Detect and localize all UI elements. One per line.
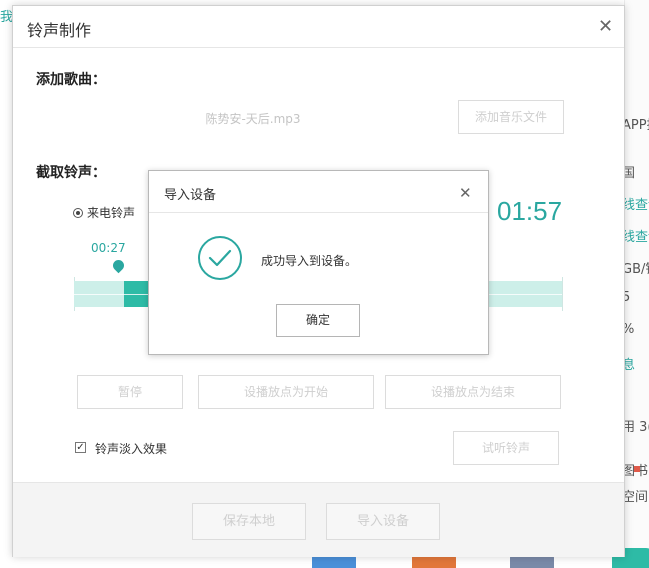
modal-close-icon[interactable]: ✕: [459, 184, 472, 202]
fade-in-label: 铃声淡入效果: [95, 442, 168, 456]
background-panel-item: 线查询: [622, 230, 649, 245]
playhead-marker-icon[interactable]: [110, 257, 127, 274]
dialog-header: 铃声制作 ✕: [13, 6, 624, 48]
preview-ringtone-button[interactable]: 试听铃声: [453, 431, 559, 465]
background-panel-item: 国: [622, 166, 636, 181]
set-end-button[interactable]: 设播放点为结束: [385, 375, 561, 409]
modal-header: 导入设备 ✕: [149, 171, 488, 213]
background-panel-item: GB/银: [622, 262, 649, 277]
background-panel-item: 5: [622, 290, 631, 305]
close-icon[interactable]: ✕: [598, 18, 613, 36]
background-panel-item: 空间: [622, 490, 649, 505]
current-time-label: 00:27: [91, 241, 126, 255]
background-panel-item: 线查询: [622, 198, 649, 213]
radio-label: 来电铃声: [87, 206, 136, 220]
track-end-edge: [562, 277, 563, 311]
add-song-label: 添加歌曲：: [36, 72, 106, 88]
fade-in-checkbox[interactable]: ✓: [75, 442, 86, 453]
total-duration: 01:57: [497, 196, 563, 226]
dialog-title: 铃声制作: [27, 21, 92, 40]
background-panel-item: %: [622, 322, 635, 337]
success-check-icon: [198, 236, 242, 280]
ringtone-type-radio[interactable]: 来电铃声: [73, 204, 135, 221]
success-message: 成功导入到设备。: [261, 254, 358, 268]
pause-button[interactable]: 暂停: [77, 375, 183, 409]
save-local-button[interactable]: 保存本地: [192, 503, 306, 540]
background-panel-item: 息: [622, 358, 636, 373]
background-panel-item: 用 3(: [622, 420, 649, 435]
ok-button[interactable]: 确定: [276, 304, 360, 337]
set-start-button[interactable]: 设播放点为开始: [198, 375, 374, 409]
song-filename: 陈势安-天后.mp3: [205, 112, 301, 126]
cut-ringtone-label: 截取铃声：: [36, 165, 106, 181]
modal-title: 导入设备: [164, 188, 217, 203]
background-app-panel: [624, 0, 649, 565]
dialog-footer: 保存本地 导入设备: [13, 482, 624, 557]
background-badge: [634, 466, 640, 472]
background-panel-item: APP推: [622, 118, 649, 133]
import-device-button[interactable]: 导入设备: [326, 503, 440, 540]
add-music-file-button[interactable]: 添加音乐文件: [458, 100, 564, 134]
radio-selected-icon: [73, 208, 83, 218]
import-device-modal: 导入设备 ✕ 成功导入到设备。 确定: [148, 170, 489, 355]
